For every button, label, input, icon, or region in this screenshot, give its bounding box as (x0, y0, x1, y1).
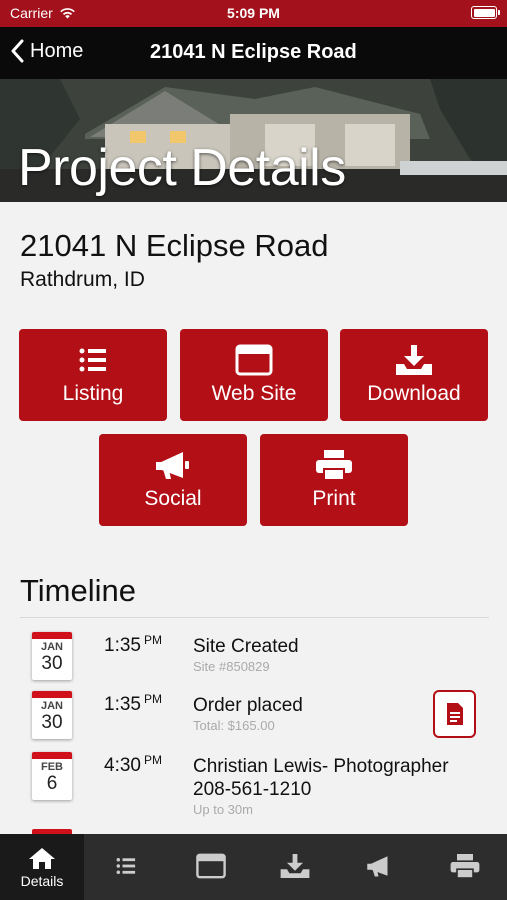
download-button-label: Download (367, 382, 461, 405)
battery-icon (471, 6, 500, 19)
back-button-label: Home (30, 39, 84, 62)
entry-subtitle: Site #850829 (193, 659, 270, 674)
calendar-date-icon: JAN 30 (32, 691, 72, 739)
entry-time: 1:35 PM (104, 633, 162, 656)
download-icon (396, 345, 432, 375)
nav-title: 21041 N Eclipse Road (150, 41, 357, 63)
entry-title: Order placed (193, 695, 303, 716)
date-month: FEB (41, 761, 63, 773)
calendar-date-icon: JAN 30 (32, 632, 72, 680)
entry-title: Site Created (193, 636, 299, 657)
list-icon (79, 348, 106, 372)
printer-icon (316, 450, 352, 481)
list-icon (116, 857, 136, 875)
tab-print[interactable] (423, 834, 507, 900)
home-icon (29, 848, 55, 869)
entry-title-line1: Christian Lewis- Photographer (193, 756, 449, 777)
date-month: JAN (40, 641, 63, 653)
entry-title: Christian Lewis- Photographer 208-561-12… (193, 755, 449, 801)
divider (20, 617, 489, 618)
address-street: 21041 N Eclipse Road (20, 228, 329, 263)
entry-subtitle: Total: $165.00 (193, 718, 275, 733)
website-button[interactable]: Web Site (180, 329, 328, 421)
tab-listing[interactable] (84, 834, 168, 900)
tab-download[interactable] (253, 834, 337, 900)
entry-time: 4:30 PM (104, 753, 162, 776)
date-day: 30 (41, 653, 63, 674)
download-icon (280, 854, 310, 878)
printer-icon (450, 854, 480, 879)
timeline-heading: Timeline (20, 573, 136, 608)
tab-details-label: Details (20, 873, 64, 889)
date-day: 6 (46, 773, 58, 794)
listing-button-label: Listing (62, 382, 124, 405)
browser-window-icon (196, 853, 226, 879)
project-address: 21041 N Eclipse Road Rathdrum, ID (20, 228, 328, 292)
megaphone-icon (367, 856, 388, 877)
entry-time: 1:35 PM (104, 692, 162, 715)
status-bar: Carrier 5:09 PM (0, 0, 507, 27)
social-button[interactable]: Social (99, 434, 247, 526)
entry-subtitle: Up to 30m (193, 802, 253, 817)
hero-banner: Project Details (0, 79, 507, 202)
chevron-left-icon (11, 39, 24, 63)
tab-details[interactable]: Details (0, 834, 84, 900)
hero-title: Project Details (18, 139, 346, 197)
print-button-label: Print (312, 487, 356, 510)
invoice-button[interactable] (433, 690, 476, 738)
clock: 5:09 PM (227, 5, 280, 21)
entry-phone: 208-561-1210 (193, 779, 312, 800)
website-button-label: Web Site (211, 382, 297, 405)
date-month: JAN (40, 700, 63, 712)
date-day: 30 (41, 712, 63, 733)
browser-window-icon (235, 344, 273, 376)
address-city: Rathdrum, ID (20, 268, 145, 291)
tab-website[interactable] (169, 834, 253, 900)
back-button[interactable]: Home (10, 39, 83, 63)
megaphone-icon (156, 452, 189, 479)
download-button[interactable]: Download (340, 329, 488, 421)
navigation-bar: Home 21041 N Eclipse Road (0, 27, 507, 79)
listing-button[interactable]: Listing (19, 329, 167, 421)
document-icon (446, 703, 463, 725)
print-button[interactable]: Print (260, 434, 408, 526)
social-button-label: Social (144, 487, 202, 510)
tab-social[interactable] (338, 834, 422, 900)
tab-bar: Details (0, 834, 507, 900)
calendar-date-icon: FEB 6 (32, 752, 72, 800)
